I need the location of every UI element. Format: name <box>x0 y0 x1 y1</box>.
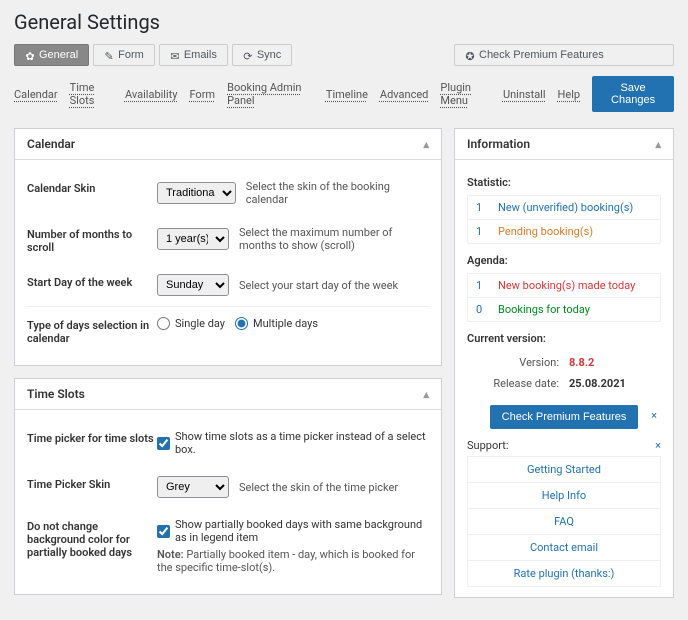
radio-single[interactable]: Single day <box>157 317 225 330</box>
ver-value: 8.8.2 <box>565 353 659 372</box>
support-help-info[interactable]: Help Info <box>468 482 660 508</box>
startday-hint: Select your start day of the week <box>239 279 398 292</box>
subnav-uninstall[interactable]: Uninstall <box>503 88 546 101</box>
stat-header: Statistic: <box>467 176 661 189</box>
timeslots-title: Time Slots <box>27 387 85 401</box>
tab-sync[interactable]: ⟳Sync <box>232 44 292 66</box>
premium-button[interactable]: Check Premium Features <box>490 405 639 429</box>
picker-label: Time picker for time slots <box>27 430 157 445</box>
toggle-icon[interactable]: ▴ <box>423 388 429 401</box>
toggle-icon[interactable]: ▴ <box>423 138 429 151</box>
stat-pending-link[interactable]: Pending booking(s) <box>498 225 593 238</box>
calendar-skin-hint: Select the skin of the booking calendar <box>246 180 429 206</box>
months-label: Number of months to scroll <box>27 226 157 254</box>
subnav-admin[interactable]: Booking Admin Panel <box>227 81 314 107</box>
close-icon[interactable]: × <box>655 439 661 452</box>
gear-icon: ✿ <box>25 50 35 60</box>
tab-general[interactable]: ✿General <box>14 44 89 66</box>
agenda-count: 0 <box>476 303 490 316</box>
subnav-advanced[interactable]: Advanced <box>380 88 428 101</box>
support-header: Support: <box>467 439 508 452</box>
subnav-help[interactable]: Help <box>558 88 581 101</box>
radio-multi[interactable]: Multiple days <box>235 317 318 330</box>
tab-form[interactable]: ✎Form <box>93 44 155 66</box>
subnav-availability[interactable]: Availability <box>125 88 177 101</box>
picker-checkbox[interactable]: Show time slots as a time picker instead… <box>157 430 429 456</box>
agenda-today-link[interactable]: Bookings for today <box>498 303 590 316</box>
support-getting-started[interactable]: Getting Started <box>468 457 660 482</box>
agenda-header: Agenda: <box>467 254 661 267</box>
support-faq[interactable]: FAQ <box>468 508 660 534</box>
subnav-calendar[interactable]: Calendar <box>14 88 58 101</box>
calendar-panel: Calendar ▴ Calendar Skin Traditional Sele… <box>14 128 442 366</box>
months-select[interactable]: 1 year(s) <box>157 228 229 250</box>
tab-emails[interactable]: ✉Emails <box>159 44 228 66</box>
tpskin-label: Time Picker Skin <box>27 476 157 491</box>
rel-label: Release date: <box>469 374 563 393</box>
calendar-skin-label: Calendar Skin <box>27 180 157 195</box>
ver-label: Version: <box>469 353 563 372</box>
support-rate[interactable]: Rate plugin (thanks:) <box>468 560 660 586</box>
close-icon[interactable]: × <box>651 409 657 422</box>
tpskin-select[interactable]: Grey <box>157 476 229 498</box>
timeslots-panel: Time Slots ▴ Time picker for time slots S… <box>14 378 442 595</box>
save-button[interactable]: Save Changes <box>592 76 674 112</box>
bg-note: Note: Partially booked item - day, which… <box>157 548 429 574</box>
refresh-icon: ⟳ <box>243 50 253 60</box>
tabs-row: ✿General ✎Form ✉Emails ⟳Sync ✪Check Prem… <box>14 44 674 66</box>
check-premium-button[interactable]: ✪Check Premium Features <box>454 44 674 66</box>
stat-count: 1 <box>476 201 490 214</box>
info-title: Information <box>467 137 530 151</box>
calendar-title: Calendar <box>27 137 75 151</box>
mail-icon: ✉ <box>170 50 180 60</box>
subnav-timeline[interactable]: Timeline <box>326 88 368 101</box>
startday-label: Start Day of the week <box>27 274 157 289</box>
agenda-new-link[interactable]: New booking(s) made today <box>498 279 635 292</box>
startday-select[interactable]: Sunday <box>157 274 229 296</box>
agenda-count: 1 <box>476 279 490 292</box>
support-contact[interactable]: Contact email <box>468 534 660 560</box>
page-title: General Settings <box>14 10 674 34</box>
edit-icon: ✎ <box>104 50 114 60</box>
toggle-icon[interactable]: ▴ <box>655 138 661 151</box>
stat-count: 1 <box>476 225 490 238</box>
info-panel: Information ▴ Statistic: 1 New (unverified… <box>454 128 674 598</box>
tpskin-hint: Select the skin of the time picker <box>239 481 398 494</box>
subnav: Calendar Time Slots Availability Form Bo… <box>14 72 674 120</box>
months-hint: Select the maximum number of months to s… <box>239 226 429 252</box>
subnav-form[interactable]: Form <box>189 88 215 101</box>
rel-value: 25.08.2021 <box>565 374 659 393</box>
ver-header: Current version: <box>467 332 661 345</box>
bg-checkbox[interactable]: Show partially booked days with same bac… <box>157 518 429 544</box>
subnav-pluginmenu[interactable]: Plugin Menu <box>440 81 491 107</box>
calendar-skin-select[interactable]: Traditional <box>157 182 236 204</box>
star-icon: ✪ <box>465 50 475 60</box>
daytype-label: Type of days selection in calendar <box>27 317 157 345</box>
bg-label: Do not change background color for parti… <box>27 518 157 559</box>
stat-new-link[interactable]: New (unverified) booking(s) <box>498 201 633 214</box>
subnav-timeslots[interactable]: Time Slots <box>70 81 113 107</box>
